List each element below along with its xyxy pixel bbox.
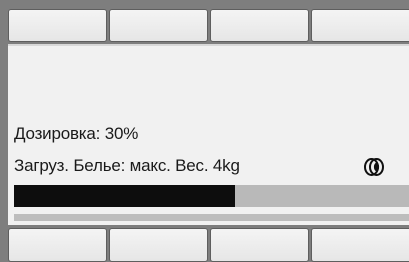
progress-bar — [14, 185, 409, 207]
divider-bar — [14, 214, 409, 221]
top-softkey-4[interactable] — [311, 9, 409, 42]
load-label: Загруз. Белье: макс. Вес. 4kg — [14, 156, 240, 175]
bottom-softkey-row — [8, 228, 409, 262]
top-softkey-3[interactable] — [210, 9, 309, 42]
progress-fill — [14, 185, 236, 207]
bottom-softkey-2[interactable] — [109, 228, 208, 262]
bottom-softkey-4[interactable] — [311, 228, 409, 262]
bottom-softkey-3[interactable] — [210, 228, 309, 262]
top-softkey-row — [8, 9, 409, 42]
top-softkey-2[interactable] — [109, 9, 208, 42]
top-softkey-1[interactable] — [8, 9, 107, 42]
bottom-softkey-1[interactable] — [8, 228, 107, 262]
drum-load-icon — [364, 158, 384, 176]
display-screen: Дозировка: 30% Загруз. Белье: макс. Вес.… — [8, 44, 409, 225]
dosage-label: Дозировка: 30% — [14, 124, 139, 143]
